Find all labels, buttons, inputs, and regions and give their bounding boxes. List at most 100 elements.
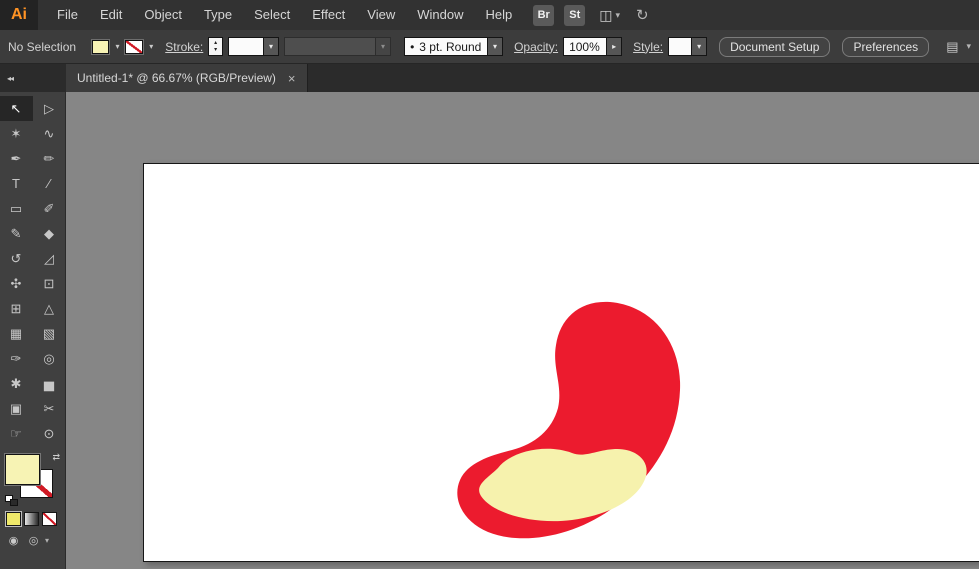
brush-definition-select[interactable]: • 3 pt. Round ▾ [404,37,504,56]
gradient-tool[interactable]: ▧ [33,321,66,346]
opacity-value[interactable]: 100% [563,37,608,56]
stock-button[interactable]: St [564,4,586,26]
artboard-tool[interactable]: ▣ [0,396,33,421]
touch-workspace-icon[interactable]: ↻ [636,6,649,24]
artwork-layer [457,301,681,539]
default-stroke-mini [10,499,18,506]
document-setup-button[interactable]: Document Setup [719,36,831,57]
menu-type[interactable]: Type [193,0,243,30]
stroke-weight-value[interactable] [228,37,265,56]
default-fill-stroke-icon[interactable] [5,495,18,506]
opacity-label[interactable]: Opacity: [514,40,558,54]
lasso-tool[interactable]: ∿ [33,121,66,146]
control-bar: No Selection ▾ ▾ Stroke: ▴ ▾ ▾ ▾ • 3 pt.… [0,30,979,64]
menu-bar: Ai File Edit Object Type Select Effect View Win… [0,0,979,30]
tools-panel-collapse[interactable]: ◂◂ [0,64,66,92]
menu-items: File Edit Object Type Select Effect View Window… [46,0,523,30]
document-tab-bar: ◂◂ Untitled-1* @ 66.67% (RGB/Preview) × [0,64,979,92]
chevron-down-icon: ▾ [376,37,392,56]
arrange-documents-icon[interactable]: ◫ [599,7,612,24]
menu-effect[interactable]: Effect [301,0,356,30]
chevron-down-icon[interactable]: ▾ [966,41,971,52]
direct-selection-tool[interactable]: ▷ [33,96,66,121]
shape-builder-tool[interactable]: ⊞ [0,296,33,321]
curvature-tool[interactable]: ✏ [33,146,66,171]
canvas-area[interactable] [66,92,979,569]
opacity-select[interactable]: 100% ▸ [563,37,623,56]
menu-edit[interactable]: Edit [89,0,133,30]
style-select[interactable]: ▾ [668,37,708,56]
fill-indicator[interactable] [4,453,41,486]
document-tab[interactable]: Untitled-1* @ 66.67% (RGB/Preview) × [66,64,308,92]
color-button[interactable] [5,511,22,527]
scale-tool[interactable]: ◿ [33,246,66,271]
none-button[interactable] [42,512,57,526]
drawing-mode-chevron-icon[interactable]: ▾ [45,536,49,545]
pen-tool[interactable]: ✒ [0,146,33,171]
hand-tool[interactable]: ☞ [0,421,33,446]
popup-arrow-icon[interactable]: ▸ [607,37,623,56]
document-tab-title: Untitled-1* @ 66.67% (RGB/Preview) [77,71,276,85]
tool-grid: ↖ ▷ ✶ ∿ ✒ ✏ T ∕ ▭ ✐ ✎ ◆ ↺ ◿ ✣ ⊡ ⊞ △ ▦ ▧ ✑ ◎ ✱ ▅ ▣ ✂ ☞ ⊙ [0,96,65,446]
brush-definition-value[interactable]: • 3 pt. Round [404,37,489,56]
collapse-arrows-icon[interactable]: ◂◂ [7,74,14,83]
line-segment-tool[interactable]: ∕ [33,171,66,196]
stroke-chevron-icon[interactable]: ▾ [148,42,154,51]
type-tool[interactable]: T [0,171,33,196]
drawing-mode-row: ◉ ◎ ▾ [5,533,65,548]
menu-object[interactable]: Object [133,0,193,30]
bridge-button[interactable]: Br [533,4,555,26]
stroke-profile-select[interactable]: ▾ [284,37,392,56]
menu-view[interactable]: View [356,0,406,30]
stroke-weight-stepper[interactable]: ▴ ▾ [208,37,224,56]
tools-panel: ↖ ▷ ✶ ∿ ✒ ✏ T ∕ ▭ ✐ ✎ ◆ ↺ ◿ ✣ ⊡ ⊞ △ ▦ ▧ ✑ ◎ ✱ ▅ ▣ ✂ ☞ ⊙ ⇄ ◉ ◎ ▾ [0,92,66,569]
style-label[interactable]: Style: [633,40,663,54]
menu-select[interactable]: Select [243,0,301,30]
stroke-color-swatch[interactable] [124,38,145,55]
blend-tool[interactable]: ◎ [33,346,66,371]
stroke-profile-value [284,37,377,56]
stroke-weight-select[interactable]: ▾ [228,37,280,56]
width-tool[interactable]: ✣ [0,271,33,296]
column-graph-tool[interactable]: ▅ [33,371,66,396]
stroke-label[interactable]: Stroke: [165,40,203,54]
rotate-tool[interactable]: ↺ [0,246,33,271]
draw-normal-button[interactable]: ◉ [5,533,22,548]
close-icon[interactable]: × [288,71,296,86]
style-value[interactable] [668,37,693,56]
chevron-down-icon[interactable]: ▾ [615,10,620,21]
fill-color-swatch[interactable] [90,38,111,55]
gradient-button[interactable] [24,512,39,526]
align-panel-icon[interactable]: ▤ [946,39,958,55]
rectangle-tool[interactable]: ▭ [0,196,33,221]
step-up-icon[interactable]: ▴ [214,40,217,47]
eyedropper-tool[interactable]: ✑ [0,346,33,371]
chevron-down-icon[interactable]: ▾ [264,37,280,56]
color-mode-row [5,511,65,527]
zoom-tool[interactable]: ⊙ [33,421,66,446]
selection-tool[interactable]: ↖ [0,96,33,121]
mesh-tool[interactable]: ▦ [0,321,33,346]
step-down-icon[interactable]: ▾ [214,47,217,54]
illustrator-logo: Ai [0,0,38,30]
pencil-tool[interactable]: ✎ [0,221,33,246]
workspace: ↖ ▷ ✶ ∿ ✒ ✏ T ∕ ▭ ✐ ✎ ◆ ↺ ◿ ✣ ⊡ ⊞ △ ▦ ▧ ✑ ◎ ✱ ▅ ▣ ✂ ☞ ⊙ ⇄ ◉ ◎ ▾ [0,92,979,569]
symbol-sprayer-tool[interactable]: ✱ [0,371,33,396]
fill-stroke-widget: ⇄ [4,452,63,506]
chevron-down-icon[interactable]: ▾ [488,37,504,56]
paintbrush-tool[interactable]: ✐ [33,196,66,221]
free-transform-tool[interactable]: ⊡ [33,271,66,296]
menu-window[interactable]: Window [406,0,474,30]
swap-fill-stroke-icon[interactable]: ⇄ [52,452,60,463]
slice-tool[interactable]: ✂ [33,396,66,421]
fill-chevron-icon[interactable]: ▾ [114,42,120,51]
preferences-button[interactable]: Preferences [842,36,930,57]
magic-wand-tool[interactable]: ✶ [0,121,33,146]
eraser-tool[interactable]: ◆ [33,221,66,246]
brush-name: 3 pt. Round [419,39,482,54]
menu-help[interactable]: Help [474,0,523,30]
draw-behind-button[interactable]: ◎ [25,533,42,548]
menu-file[interactable]: File [46,0,89,30]
chevron-down-icon[interactable]: ▾ [692,37,708,56]
perspective-grid-tool[interactable]: △ [33,296,66,321]
